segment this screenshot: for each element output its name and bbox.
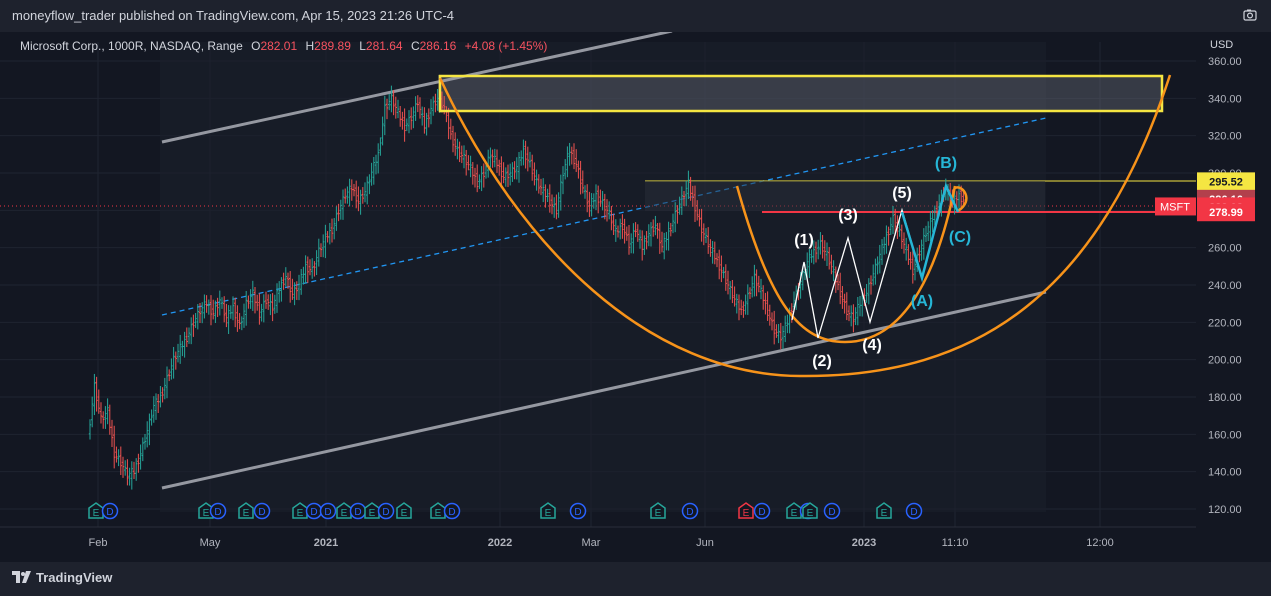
- y-tick-label: 320.00: [1208, 131, 1242, 143]
- dividend-event-icon[interactable]: D: [377, 502, 395, 520]
- tradingview-logo[interactable]: TradingView: [12, 568, 132, 588]
- x-tick-label: 11:10: [942, 537, 969, 549]
- y-tick-label: 360.00: [1208, 56, 1242, 68]
- high-value: 289.89: [314, 39, 351, 53]
- y-tick-label: 180.00: [1208, 392, 1242, 404]
- resistance-box-fill: [438, 75, 1162, 111]
- svg-text:D: D: [828, 507, 835, 518]
- svg-text:D: D: [382, 507, 389, 518]
- dividend-event-icon[interactable]: D: [349, 502, 367, 520]
- y-tick-label: 240.00: [1208, 280, 1242, 292]
- svg-text:E: E: [743, 508, 750, 519]
- price-labels: 295.52286.16MSFT282.08278.99: [1155, 172, 1255, 222]
- change-value: +4.08 (+1.45%): [464, 39, 548, 53]
- svg-text:E: E: [791, 508, 798, 519]
- svg-text:E: E: [243, 508, 250, 519]
- y-tick-label: 200.00: [1208, 355, 1242, 367]
- svg-text:D: D: [324, 507, 331, 518]
- svg-text:D: D: [574, 507, 581, 518]
- y-tick-label: 160.00: [1208, 429, 1242, 441]
- symbol-info: Microsoft Corp., 1000R, NASDAQ, Range O2…: [20, 39, 547, 53]
- y-tick-label: 260.00: [1208, 243, 1242, 255]
- dividend-event-icon[interactable]: D: [823, 502, 841, 520]
- symbol-tag: MSFT: [1160, 201, 1190, 213]
- svg-text:E: E: [203, 508, 210, 519]
- dividend-event-icon[interactable]: D: [905, 502, 923, 520]
- svg-text:D: D: [214, 507, 221, 518]
- y-tick-label: 220.00: [1208, 317, 1242, 329]
- svg-text:D: D: [310, 507, 317, 518]
- svg-text:E: E: [881, 508, 888, 519]
- svg-text:D: D: [686, 507, 693, 518]
- wave-label: (5): [892, 185, 912, 202]
- x-tick-label: Mar: [582, 537, 601, 549]
- top-bar: moneyflow_trader published on TradingVie…: [0, 0, 1271, 32]
- svg-text:E: E: [93, 508, 100, 519]
- close-value: 286.16: [419, 39, 457, 53]
- x-tick-label: Jun: [696, 537, 714, 549]
- y-tick-label: 340.00: [1208, 93, 1242, 105]
- dividend-event-icon[interactable]: D: [443, 502, 461, 520]
- dividend-event-icon[interactable]: D: [253, 502, 271, 520]
- camera-icon[interactable]: [1243, 8, 1257, 22]
- y-tick-label: 120.00: [1208, 504, 1242, 516]
- wave-label: (A): [911, 293, 933, 310]
- dividend-event-icon[interactable]: D: [753, 502, 771, 520]
- x-tick-label: May: [200, 537, 221, 549]
- close-label: C: [410, 39, 420, 53]
- x-tick-label: Feb: [89, 537, 108, 549]
- chart-canvas[interactable]: (1)(2)(3)(4)(5)(A)(B)(C) EDEDEDEDDEDEDEE…: [0, 32, 1271, 562]
- symbol-name: Microsoft Corp., 1000R, NASDAQ, Range: [20, 39, 243, 53]
- svg-text:D: D: [448, 507, 455, 518]
- x-tick-label: 12:00: [1086, 537, 1114, 549]
- low-label: L: [359, 39, 366, 53]
- wave-label: (3): [838, 207, 858, 224]
- y-tick-label: 140.00: [1208, 467, 1242, 479]
- price-axis-bg: [1196, 32, 1271, 562]
- high-label: H: [305, 39, 315, 53]
- dividend-event-icon[interactable]: D: [319, 502, 337, 520]
- x-tick-label: 2022: [488, 537, 512, 549]
- chart-root: moneyflow_trader published on TradingVie…: [0, 0, 1271, 596]
- wave-label: (1): [794, 232, 814, 249]
- currency-label: USD: [1210, 39, 1233, 51]
- svg-text:E: E: [401, 508, 408, 519]
- shaded-regions: [160, 42, 1162, 512]
- svg-text:D: D: [354, 507, 361, 518]
- svg-text:D: D: [758, 507, 765, 518]
- svg-text:E: E: [369, 508, 376, 519]
- open-value: 282.01: [260, 39, 298, 53]
- dividend-event-icon[interactable]: D: [209, 502, 227, 520]
- brand-name: TradingView: [36, 570, 113, 585]
- publish-text: moneyflow_trader published on TradingVie…: [12, 8, 455, 23]
- svg-text:E: E: [435, 508, 442, 519]
- tradingview-logo-icon: [12, 571, 31, 583]
- x-tick-label: 2023: [852, 537, 876, 549]
- svg-text:E: E: [297, 508, 304, 519]
- wave-label: (C): [949, 229, 971, 246]
- wave-label: (4): [862, 337, 882, 354]
- low-value: 281.64: [365, 39, 403, 53]
- dividend-event-icon[interactable]: D: [569, 502, 587, 520]
- svg-text:D: D: [106, 507, 113, 518]
- earnings-event-icon[interactable]: E: [88, 502, 104, 519]
- svg-text:D: D: [258, 507, 265, 518]
- svg-text:E: E: [341, 508, 348, 519]
- wave-label: (B): [935, 155, 957, 172]
- dividend-event-icon[interactable]: D: [305, 502, 323, 520]
- x-tick-label: 2021: [314, 537, 338, 549]
- price-label: 278.99: [1209, 207, 1243, 219]
- svg-text:E: E: [545, 508, 552, 519]
- dividend-event-icon[interactable]: D: [681, 502, 699, 520]
- svg-text:E: E: [807, 508, 814, 519]
- svg-text:D: D: [910, 507, 917, 518]
- bottom-bar: [0, 562, 1271, 596]
- dividend-event-icon[interactable]: D: [101, 502, 119, 520]
- wave-label: (2): [812, 353, 832, 370]
- price-label: 295.52: [1209, 176, 1243, 188]
- svg-text:E: E: [655, 508, 662, 519]
